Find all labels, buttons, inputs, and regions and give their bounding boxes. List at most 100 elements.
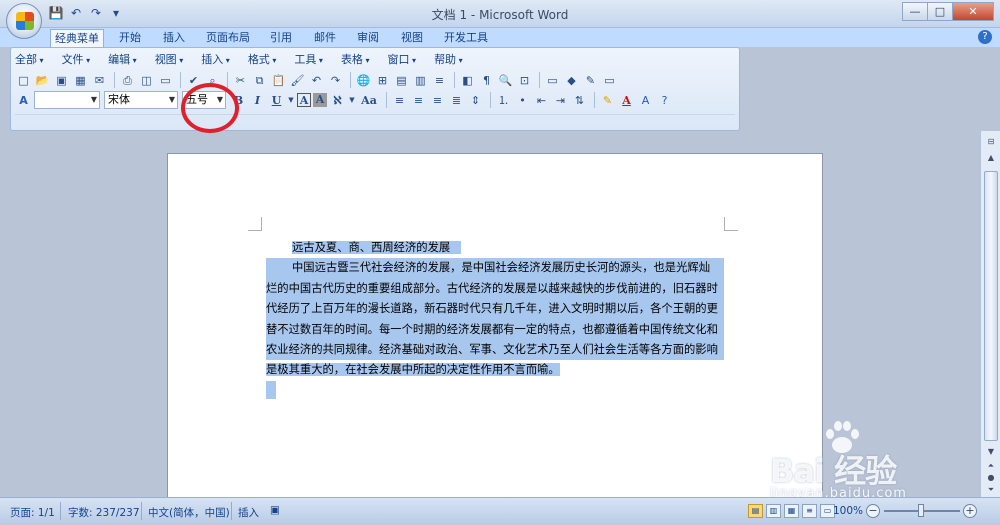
undo-icon[interactable]: ↶ <box>308 72 325 89</box>
show-hide-icon[interactable]: ¶ <box>478 72 495 89</box>
outline-icon[interactable]: ≡ <box>802 504 817 518</box>
help-icon[interactable]: ? <box>978 30 992 44</box>
menu-insert[interactable]: 插入 <box>201 51 230 69</box>
bullets-icon[interactable]: • <box>514 92 531 109</box>
align-right-icon[interactable]: ≡ <box>429 92 446 109</box>
tab-review[interactable]: 审阅 <box>353 29 383 47</box>
full-screen-reading-icon[interactable]: ▥ <box>766 504 781 518</box>
full-screen-icon[interactable]: ▭ <box>157 72 174 89</box>
zoom-level[interactable]: 100% <box>833 505 863 517</box>
maximize-button[interactable]: □ <box>927 2 953 21</box>
decrease-indent-icon[interactable]: ⇤ <box>533 92 550 109</box>
page-count[interactable]: 页面: 1/1 <box>10 505 55 520</box>
scroll-thumb[interactable] <box>984 171 998 441</box>
menu-table[interactable]: 表格 <box>341 51 370 69</box>
next-page-icon[interactable]: ⏷ <box>983 483 999 497</box>
align-left-icon[interactable]: ≡ <box>391 92 408 109</box>
change-case-button[interactable]: Aa <box>358 92 380 109</box>
paragraph-line[interactable]: 烂的中国古代历史的重要组成部分。古代经济的发展是以越来越快的步伐前进的，旧石器时 <box>266 278 724 300</box>
paragraph-line[interactable]: 替不过数百年的时间。每一个时期的经济发展都有一定的特点，也都遵循着中国传统文化和 <box>266 319 724 341</box>
paste-icon[interactable]: 📋 <box>270 72 287 89</box>
print-layout-icon[interactable]: ▤ <box>748 504 763 518</box>
sort-icon[interactable]: ⇅ <box>571 92 588 109</box>
menu-help[interactable]: 帮助 <box>434 51 463 69</box>
minimize-button[interactable]: — <box>902 2 928 21</box>
word-count[interactable]: 字数: 237/237 <box>68 505 140 520</box>
highlight-color-icon[interactable]: ✎ <box>599 92 616 109</box>
zoom-slider-thumb[interactable] <box>918 504 924 517</box>
menu-edit[interactable]: 编辑 <box>108 51 137 69</box>
copy-icon[interactable]: ⧉ <box>251 72 268 89</box>
menu-format[interactable]: 格式 <box>248 51 277 69</box>
text-effect-icon[interactable]: A <box>637 92 654 109</box>
text-effects-icon[interactable]: ℵ <box>329 92 346 109</box>
document-page[interactable]: 远古及夏、商、西周经济的发展 中国远古暨三代社会经济的发展，是中国社会经济发展历… <box>167 153 823 513</box>
justify-icon[interactable]: ≣ <box>448 92 465 109</box>
language-indicator[interactable]: 中文(简体，中国) <box>148 505 230 520</box>
menu-window[interactable]: 窗口 <box>388 51 417 69</box>
paragraph-line[interactable]: 中国远古暨三代社会经济的发展，是中国社会经济发展历史长河的源头，也是光辉灿 <box>266 258 724 279</box>
document-map-icon[interactable]: ◧ <box>459 72 476 89</box>
scroll-up-icon[interactable]: ▲ <box>983 151 999 165</box>
tab-classic-menu[interactable]: 经典菜单 <box>50 29 104 48</box>
office-button[interactable] <box>6 3 42 39</box>
styles-icon[interactable]: A <box>15 92 32 109</box>
menu-all[interactable]: 全部 <box>15 51 44 69</box>
italic-button[interactable]: I <box>249 92 266 109</box>
numbering-icon[interactable]: ⒈ <box>495 92 512 109</box>
macro-record-icon[interactable]: ▣ <box>270 504 280 516</box>
web-layout-icon[interactable]: ▦ <box>784 504 799 518</box>
print-icon[interactable]: ⎙ <box>119 72 136 89</box>
tab-mailings[interactable]: 邮件 <box>310 29 340 47</box>
open-icon[interactable]: 📂 <box>34 72 51 89</box>
permission-icon[interactable]: ▦ <box>72 72 89 89</box>
char-border-button[interactable]: A <box>297 93 311 107</box>
insert-mode[interactable]: 插入 <box>238 505 259 520</box>
tab-home[interactable]: 开始 <box>115 29 145 47</box>
email-icon[interactable]: ✉ <box>91 72 108 89</box>
char-shading-button[interactable]: A <box>313 93 327 107</box>
align-center-icon[interactable]: ≡ <box>410 92 427 109</box>
paragraph-line[interactable]: 代经历了上百万年的漫长道路，新石器时代只有几千年，进入文明时期以后，各个王朝的更 <box>266 299 724 320</box>
fit-icon[interactable]: ⊡ <box>516 72 533 89</box>
close-button[interactable]: ✕ <box>952 2 994 21</box>
scroll-down-icon[interactable]: ▼ <box>983 445 999 459</box>
zoom-out-icon[interactable]: − <box>866 504 880 518</box>
font-color-icon[interactable]: A <box>618 92 635 109</box>
font-combobox[interactable]: 宋体 ▼ <box>104 91 178 109</box>
tab-references[interactable]: 引用 <box>266 29 296 47</box>
highlight-pen-icon[interactable]: ✎ <box>582 72 599 89</box>
menu-view[interactable]: 视图 <box>155 51 184 69</box>
ruler-toggle-icon[interactable]: ⊟ <box>983 135 999 149</box>
line-spacing-icon[interactable]: ⇕ <box>467 92 484 109</box>
save-icon[interactable]: ▣ <box>53 72 70 89</box>
zoom-icon[interactable]: 🔍 <box>497 72 514 89</box>
document-body[interactable]: 远古及夏、商、西周经济的发展 中国远古暨三代社会经济的发展，是中国社会经济发展历… <box>266 238 724 401</box>
cut-icon[interactable]: ✂ <box>232 72 249 89</box>
folder-icon[interactable]: ▭ <box>544 72 561 89</box>
tab-developer[interactable]: 开发工具 <box>440 29 492 47</box>
new-document-icon[interactable]: □ <box>15 72 32 89</box>
tab-insert[interactable]: 插入 <box>159 29 189 47</box>
underline-button[interactable]: U <box>268 92 285 109</box>
insert-table-icon[interactable]: ▤ <box>393 72 410 89</box>
document-heading[interactable]: 远古及夏、商、西周经济的发展 <box>266 238 724 258</box>
style-combobox[interactable]: ▼ <box>34 91 100 109</box>
increase-indent-icon[interactable]: ⇥ <box>552 92 569 109</box>
tab-view[interactable]: 视图 <box>397 29 427 47</box>
help-circle-icon[interactable]: ? <box>656 92 673 109</box>
zoom-in-icon[interactable]: + <box>963 504 977 518</box>
shapes-icon[interactable]: ◆ <box>563 72 580 89</box>
vertical-scrollbar[interactable]: ⊟ ▲ ▼ ⏶ ● ⏷ <box>980 131 1000 497</box>
hyperlink-icon[interactable]: 🌐 <box>355 72 372 89</box>
table-icon[interactable]: ⊞ <box>374 72 391 89</box>
drawing-icon[interactable]: ≡ <box>431 72 448 89</box>
text-effects-dropdown-icon[interactable]: ▼ <box>348 92 356 109</box>
menu-tools[interactable]: 工具 <box>294 51 323 69</box>
format-painter-icon[interactable]: 🖌 <box>289 72 306 89</box>
tab-page-layout[interactable]: 页面布局 <box>202 29 254 47</box>
redo-icon[interactable]: ↷ <box>327 72 344 89</box>
underline-dropdown-icon[interactable]: ▼ <box>287 92 295 109</box>
menu-file[interactable]: 文件 <box>62 51 91 69</box>
paragraph-line[interactable]: 是极其重大的，在社会发展中所起的决定性作用不言而喻。 <box>266 360 724 380</box>
